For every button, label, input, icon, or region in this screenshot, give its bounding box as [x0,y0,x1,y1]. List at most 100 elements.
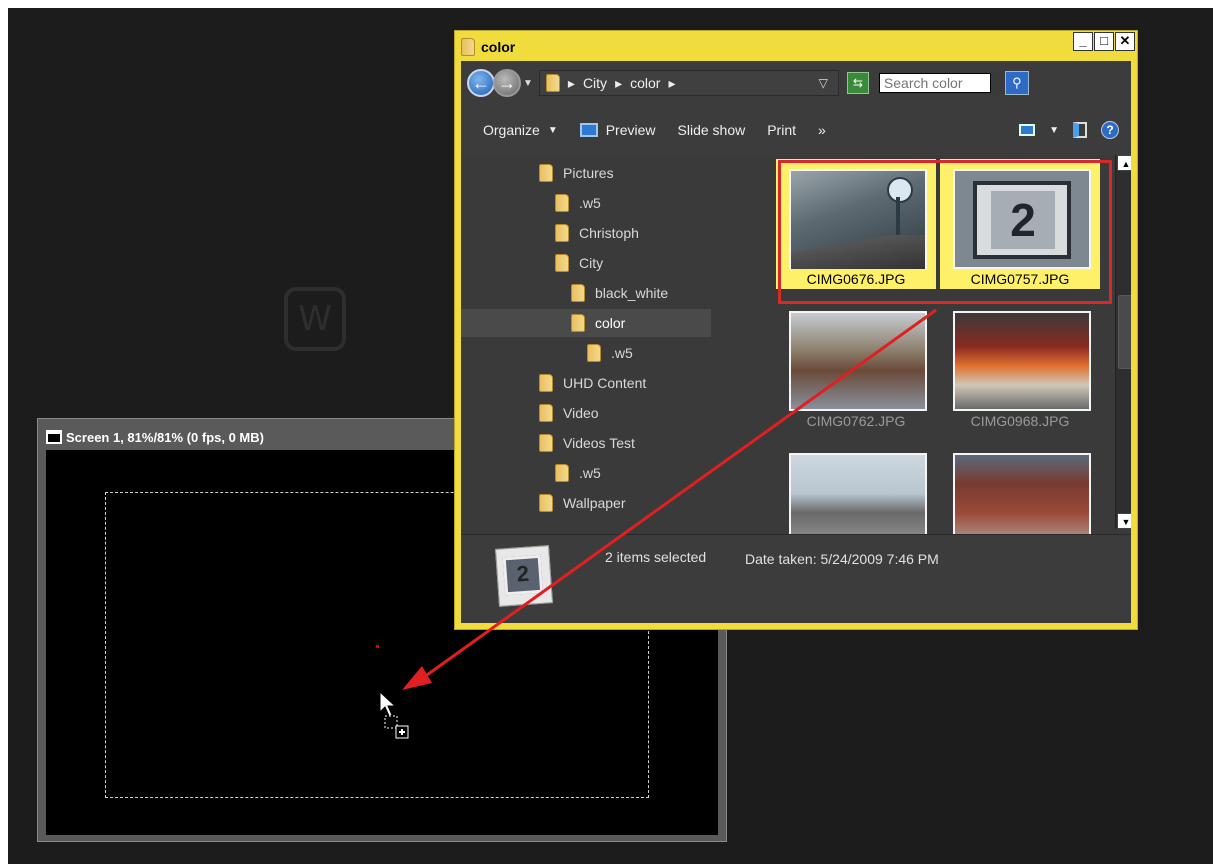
search-box: ⚲ [878,71,1029,95]
slideshow-button[interactable]: Slide show [678,122,746,138]
w-logo-letter: W [298,299,332,339]
tree-item-label: Pictures [563,165,614,181]
thumbnail-image [789,311,927,411]
tree-item-label: .w5 [579,195,601,211]
tree-item-label: Video [563,405,599,421]
tree-item-w5[interactable]: .w5 [587,339,633,367]
scroll-down-icon[interactable]: ▼ [1117,513,1131,529]
folder-icon [587,344,601,362]
window-controls: _ □ ✕ [1073,32,1135,51]
tree-item-black-white[interactable]: black_white [571,279,668,307]
folder-icon [539,404,553,422]
history-dropdown-icon[interactable]: ▼ [523,78,533,89]
more-label: » [818,122,826,138]
tree-item-label: color [595,315,626,331]
breadcrumb-separator[interactable]: ▸ [668,75,675,92]
folder-icon [545,74,560,92]
screen-title: Screen 1, 81%/81% (0 fps, 0 MB) [66,429,264,445]
search-icon[interactable]: ⚲ [1004,71,1029,95]
tree-item-uhd-content[interactable]: UHD Content [539,369,646,397]
print-label: Print [767,122,797,138]
tree-item-label: .w5 [579,465,601,481]
folder-icon [539,494,553,512]
preview-pane-icon[interactable] [1073,122,1087,138]
tree-item-city[interactable]: City [555,249,603,277]
address-row: ← → ▼ ▸ City ▸ color ▸ ▽ ⇆ ⚲ [461,61,1131,105]
tree-item-label: black_white [595,285,669,301]
tree-item-wallpaper[interactable]: Wallpaper [539,489,626,517]
thumbnail-image [953,311,1091,411]
toolbar-right: ▼ ? [1019,121,1119,139]
navigation-tree: Pictures .w5 Christoph City black_white … [461,155,735,567]
folder-icon [571,284,585,302]
refresh-button[interactable]: ⇆ [846,72,869,94]
folder-icon [555,464,569,482]
more-button[interactable]: » [818,122,826,138]
cursor-dot [376,645,379,648]
preview-button[interactable]: Preview [579,122,656,138]
file-name: CIMG0968.JPG [970,413,1070,429]
selection-highlight-frame [778,160,1112,304]
breadcrumb-separator[interactable]: ▸ [568,75,575,92]
thumbnail-number: 2 [502,554,544,596]
breadcrumb-separator[interactable]: ▸ [615,75,622,92]
help-icon[interactable]: ? [1101,121,1119,139]
tree-item-w5[interactable]: .w5 [555,459,601,487]
command-bar: Organize ▼ Preview Slide show Print » ▼ … [461,105,1131,155]
tree-item-label: UHD Content [563,375,647,391]
tree-item-label: City [579,255,604,271]
folder-icon [555,254,569,272]
scroll-up-icon[interactable]: ▲ [1117,155,1131,171]
folder-icon [539,434,553,452]
preview-label: Preview [605,122,656,138]
back-button[interactable]: ← [467,69,495,97]
explorer-window[interactable]: color _ □ ✕ ← → ▼ ▸ City ▸ color ▸ ▽ ⇆ ⚲ [454,30,1138,630]
files-scrollbar[interactable]: ▲ ▼ [1115,155,1131,529]
slideshow-label: Slide show [677,122,746,138]
folder-icon [461,38,475,56]
tree-item-color[interactable]: color [461,309,711,337]
address-bar[interactable]: ▸ City ▸ color ▸ ▽ [538,70,839,96]
tree-item-video[interactable]: Video [539,399,599,427]
explorer-body: ← → ▼ ▸ City ▸ color ▸ ▽ ⇆ ⚲ Organize ▼ [461,61,1131,623]
file-tile[interactable]: CIMG0762.JPG [776,301,936,431]
close-button[interactable]: ✕ [1115,32,1135,51]
tree-item-label: .w5 [611,345,633,361]
preview-icon [579,123,598,137]
address-dropdown-icon[interactable]: ▽ [819,76,828,90]
tree-item-pictures[interactable]: Pictures [539,159,614,187]
tree-item-christoph[interactable]: Christoph [555,219,639,247]
explorer-title-bar[interactable]: color [461,35,1131,59]
window-icon [46,430,62,444]
print-button[interactable]: Print [767,122,796,138]
breadcrumb-city[interactable]: City [583,75,607,91]
tree-item-videos-test[interactable]: Videos Test [539,429,635,457]
folder-icon [539,374,553,392]
minimize-button[interactable]: _ [1073,32,1093,51]
organize-menu[interactable]: Organize ▼ [483,122,558,138]
explorer-title: color [481,39,516,55]
file-tile[interactable]: CIMG0968.JPG [940,301,1100,431]
organize-label: Organize [483,122,540,138]
date-taken: Date taken: 5/24/2009 7:46 PM [745,551,939,567]
folder-icon [555,194,569,212]
forward-button[interactable]: → [493,69,521,97]
folder-icon [571,314,585,332]
folder-icon [539,164,553,182]
views-icon[interactable] [1019,124,1036,136]
folder-icon [555,224,569,242]
details-pane: 2 2 items selected Date taken: 5/24/2009… [461,534,1131,623]
w-logo-icon: W [284,287,346,351]
tree-item-w5[interactable]: .w5 [555,189,601,217]
file-name: CIMG0762.JPG [806,413,906,429]
selection-count: 2 items selected [605,549,707,565]
selection-thumbnail: 2 [495,545,553,607]
chevron-down-icon[interactable]: ▼ [1049,125,1059,136]
chevron-down-icon: ▼ [547,124,558,136]
search-input[interactable] [878,73,991,93]
maximize-button[interactable]: □ [1094,32,1114,51]
scroll-thumb[interactable] [1118,295,1131,369]
tree-item-label: Wallpaper [563,495,626,511]
breadcrumb-color[interactable]: color [630,75,660,91]
tree-item-label: Christoph [579,225,639,241]
